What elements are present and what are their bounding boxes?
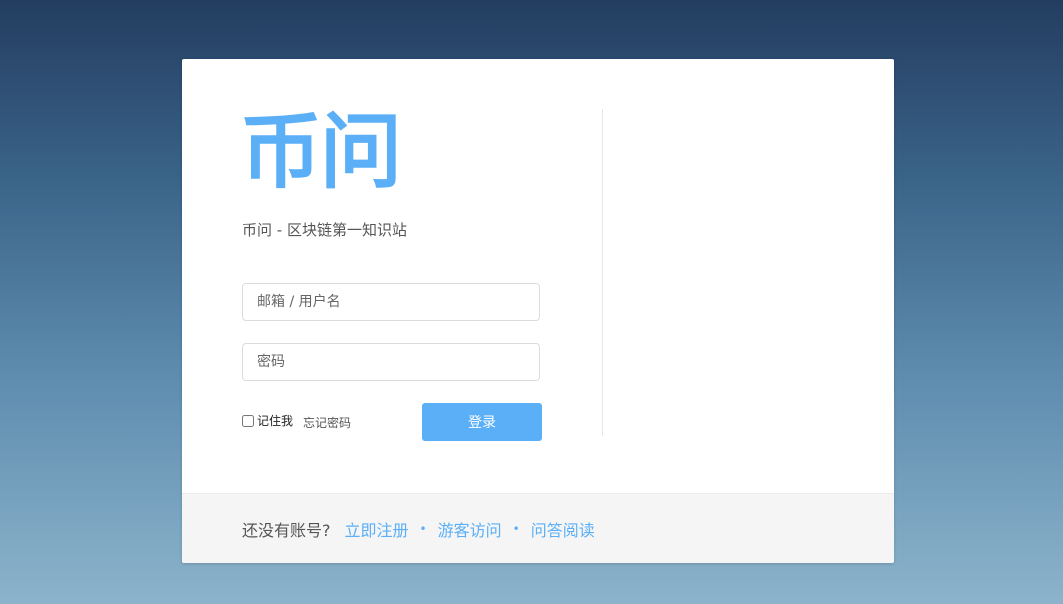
brand-tagline: 币问 - 区块链第一知识站 [242,221,407,239]
vertical-divider [602,109,603,436]
forgot-password-link[interactable]: 忘记密码 [303,414,351,431]
qa-reading-link[interactable]: 问答阅读 [531,517,595,541]
separator-dot: • [419,521,427,536]
guest-access-link[interactable]: 游客访问 [438,517,502,541]
separator-dot: • [512,521,520,536]
remember-me[interactable]: 记住我 [242,412,293,429]
login-button[interactable]: 登录 [422,403,542,441]
brand-logo: 币问 [240,105,402,200]
login-panel: 币问 币问 - 区块链第一知识站 记住我 忘记密码 登录 [182,59,894,493]
register-link[interactable]: 立即注册 [345,517,409,541]
username-input[interactable] [242,283,540,321]
no-account-prompt: 还没有账号? [242,520,331,540]
remember-me-label: 记住我 [257,414,294,428]
remember-me-checkbox[interactable] [242,414,254,427]
password-input[interactable] [242,343,540,381]
login-card: 币问 币问 - 区块链第一知识站 记住我 忘记密码 登录 还没有账号? 立即注册… [182,59,894,563]
card-footer: 还没有账号? 立即注册 • 游客访问 • 问答阅读 [182,493,894,563]
